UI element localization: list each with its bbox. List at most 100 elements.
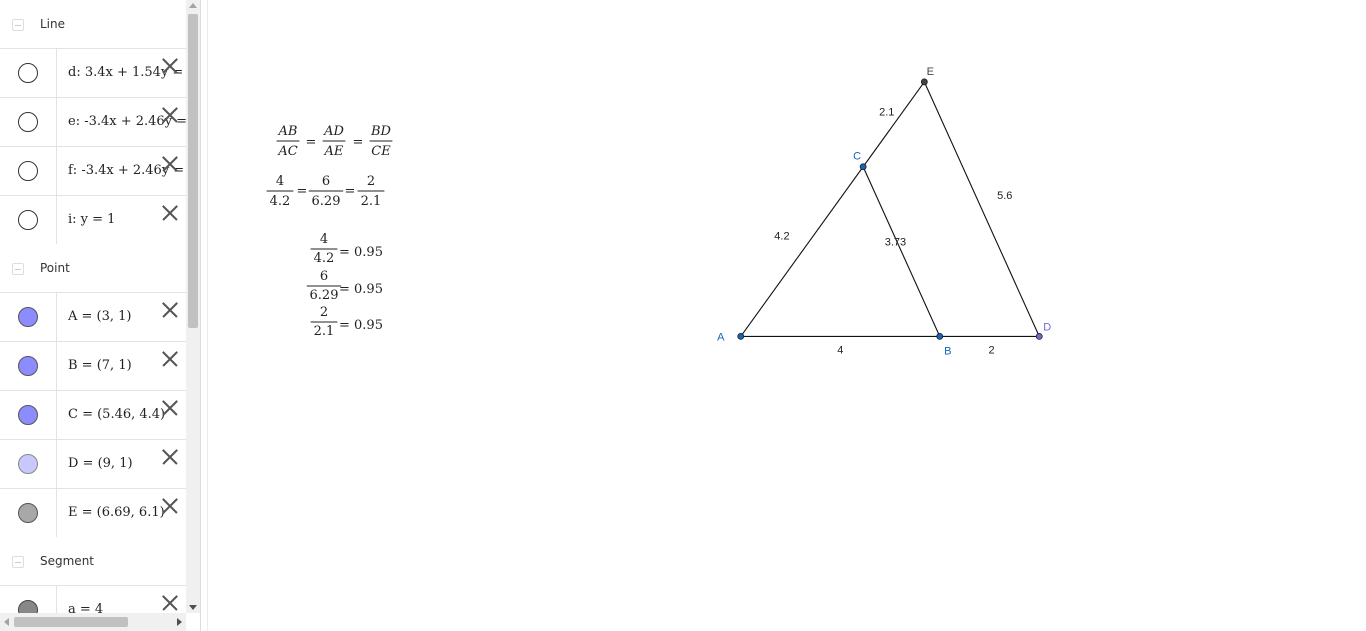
algebra-item[interactable]: e: -3.4x + 2.46y = -: [0, 97, 186, 146]
vertical-scroll-thumb[interactable]: [188, 14, 198, 328]
delete-icon[interactable]: [161, 301, 179, 319]
visibility-marble-icon[interactable]: [18, 161, 38, 181]
algebra-item[interactable]: A = (3, 1): [0, 292, 186, 341]
point-label: C: [853, 151, 861, 163]
visibility-marble-icon[interactable]: [18, 63, 38, 83]
visibility-cell[interactable]: [0, 49, 57, 97]
segment-AE[interactable]: [740, 81, 925, 337]
equals-sign: =: [353, 135, 364, 150]
delete-icon[interactable]: [161, 155, 179, 173]
algebra-list: Line d: 3.4x + 1.54y = 3 e: -3.4x + 2.46y …: [0, 0, 186, 613]
group-header-point[interactable]: Point: [0, 244, 186, 292]
algebra-item[interactable]: a = 4: [0, 585, 186, 613]
vertical-scrollbar[interactable]: [186, 0, 200, 613]
visibility-cell[interactable]: [0, 98, 57, 146]
value-fraction-numerator: 2: [367, 174, 375, 189]
segment-length-label: 5.6: [997, 190, 1012, 202]
delete-icon[interactable]: [161, 204, 179, 222]
geogebra-app: Line d: 3.4x + 1.54y = 3 e: -3.4x + 2.46y …: [0, 0, 1366, 631]
value-fraction-numerator: 4: [276, 174, 284, 189]
delete-icon[interactable]: [161, 57, 179, 75]
visibility-cell[interactable]: [0, 147, 57, 195]
visibility-cell[interactable]: [0, 586, 57, 613]
algebra-item[interactable]: i: y = 1: [0, 195, 186, 244]
algebra-view: Line d: 3.4x + 1.54y = 3 e: -3.4x + 2.46y …: [0, 0, 200, 631]
algebra-item[interactable]: d: 3.4x + 1.54y = 3: [0, 48, 186, 97]
equals-sign: =: [345, 184, 356, 199]
delete-icon[interactable]: [161, 448, 179, 466]
segment-BC[interactable]: [862, 166, 941, 337]
delete-icon[interactable]: [161, 106, 179, 124]
visibility-cell[interactable]: [0, 440, 57, 488]
result-fraction-denominator: 6.29: [310, 288, 339, 303]
visibility-marble-icon[interactable]: [18, 405, 38, 425]
segment-length-label: 2: [988, 344, 994, 356]
view-divider[interactable]: [200, 0, 208, 631]
horizontal-scrollbar[interactable]: [0, 613, 186, 631]
group-header-segment[interactable]: Segment: [0, 537, 186, 585]
scroll-right-arrow-icon[interactable]: [177, 618, 182, 626]
ratio-fraction-numerator: AD: [323, 124, 344, 139]
visibility-marble-icon[interactable]: [18, 356, 38, 376]
value-fraction-denominator: 4.2: [270, 194, 291, 209]
point-label: E: [927, 66, 934, 78]
delete-icon[interactable]: [161, 399, 179, 417]
point-a[interactable]: [737, 332, 745, 340]
result-fraction-denominator: 4.2: [314, 251, 335, 266]
algebra-item[interactable]: D = (9, 1): [0, 439, 186, 488]
segment-length-label: 4.2: [774, 231, 789, 243]
algebra-item[interactable]: B = (7, 1): [0, 341, 186, 390]
horizontal-scroll-thumb[interactable]: [14, 617, 128, 627]
collapse-toggle-icon[interactable]: [12, 556, 24, 568]
visibility-marble-icon[interactable]: [18, 210, 38, 230]
scroll-left-arrow-icon[interactable]: [4, 618, 9, 626]
point-d[interactable]: [1035, 332, 1043, 340]
point-label: A: [717, 331, 725, 343]
collapse-toggle-icon[interactable]: [12, 263, 24, 275]
visibility-marble-icon[interactable]: [18, 503, 38, 523]
ratio-fraction-numerator: AB: [278, 124, 298, 139]
collapse-toggle-icon[interactable]: [12, 19, 24, 31]
point-b[interactable]: [936, 332, 944, 340]
value-fraction-denominator: 6.29: [312, 194, 341, 209]
scroll-down-arrow-icon[interactable]: [189, 605, 197, 610]
result-fraction-denominator: 2.1: [314, 324, 335, 339]
algebra-item[interactable]: f: -3.4x + 2.46y = -: [0, 146, 186, 195]
graphics-canvas[interactable]: ABACADAEBDCE= =44.266.2922.1= =44.2 = 0.956…: [208, 0, 1366, 631]
value-fraction-denominator: 2.1: [361, 194, 382, 209]
group-title: Point: [40, 261, 70, 275]
point-label: B: [944, 345, 951, 357]
ratio-fraction-denominator: AE: [324, 144, 344, 159]
visibility-marble-icon[interactable]: [18, 307, 38, 327]
ratio-fraction-denominator: CE: [371, 144, 391, 159]
algebra-item[interactable]: C = (5.46, 4.4): [0, 390, 186, 439]
result-value: = 0.95: [339, 282, 383, 297]
visibility-cell[interactable]: [0, 342, 57, 390]
result-fraction-numerator: 2: [320, 305, 328, 320]
visibility-marble-icon[interactable]: [18, 454, 38, 474]
segment-length-label: 3.73: [885, 237, 906, 249]
delete-icon[interactable]: [161, 350, 179, 368]
delete-icon[interactable]: [161, 594, 179, 612]
group-title: Segment: [40, 554, 94, 568]
value-fraction-numerator: 6: [322, 174, 330, 189]
visibility-marble-icon[interactable]: [18, 600, 38, 613]
result-value: = 0.95: [339, 245, 383, 260]
segment-DE[interactable]: [923, 81, 1040, 337]
algebra-item[interactable]: E = (6.69, 6.1): [0, 488, 186, 537]
visibility-cell[interactable]: [0, 293, 57, 341]
visibility-marble-icon[interactable]: [18, 112, 38, 132]
group-header-line[interactable]: Line: [0, 0, 186, 48]
visibility-cell[interactable]: [0, 489, 57, 537]
delete-icon[interactable]: [161, 497, 179, 515]
point-e[interactable]: [920, 78, 928, 86]
scroll-up-arrow-icon[interactable]: [189, 3, 197, 8]
visibility-cell[interactable]: [0, 196, 57, 244]
point-label: D: [1043, 321, 1051, 333]
segment-length-label: 4: [837, 344, 843, 356]
visibility-cell[interactable]: [0, 391, 57, 439]
result-value: = 0.95: [339, 318, 383, 333]
point-c[interactable]: [859, 163, 867, 171]
equals-sign: =: [297, 184, 308, 199]
graphics-view[interactable]: AB AC AD AE BD CE = = 4 4.2 6 6.29 2 2.1 = = 4 4.2 = 0.95 6…: [208, 0, 1366, 631]
